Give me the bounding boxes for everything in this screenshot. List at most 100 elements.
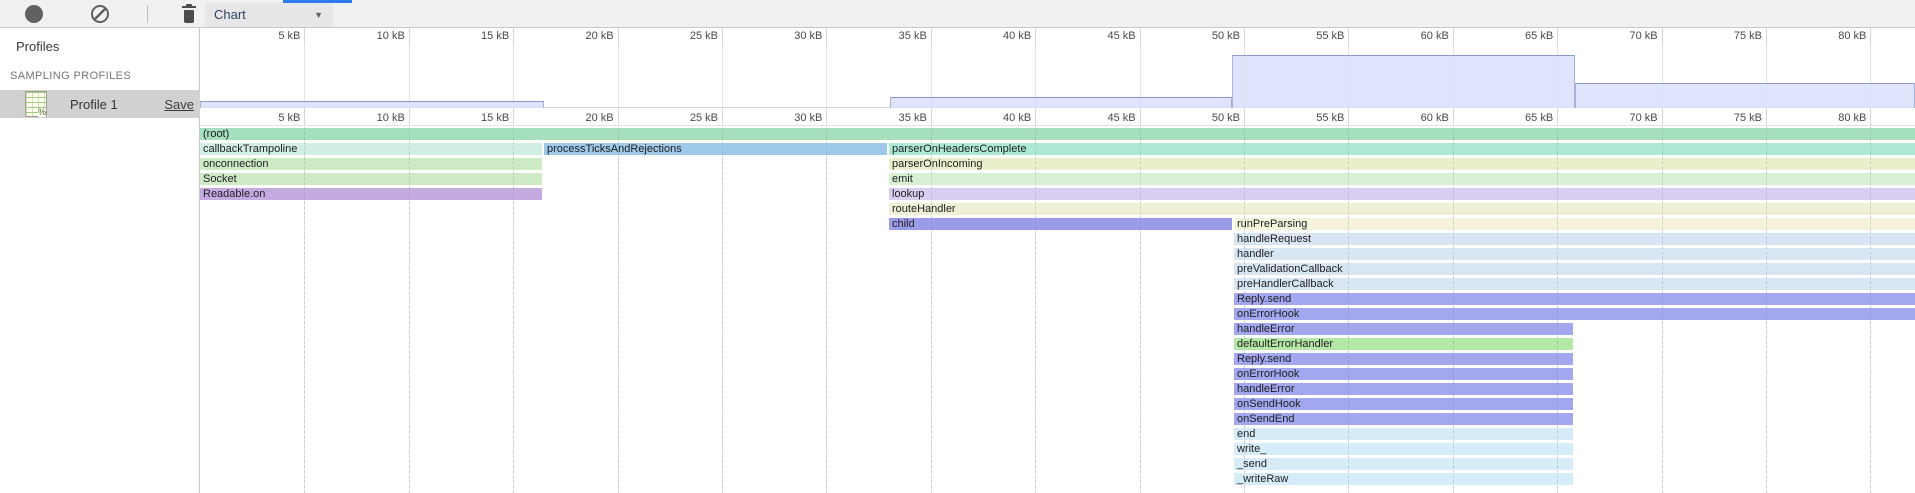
flame-frame[interactable]: handler (1234, 248, 1915, 260)
ruler-tick-mark (409, 28, 410, 44)
flame-frame[interactable]: Socket (200, 173, 542, 185)
ruler-tick-label: 80 kB (1800, 112, 1866, 124)
flame-frame[interactable]: (root) (200, 128, 1915, 140)
flame-frame[interactable]: lookup (889, 188, 1915, 200)
flame-frame[interactable]: defaultErrorHandler (1234, 338, 1573, 350)
ruler-tick-mark (1766, 28, 1767, 44)
delete-profile-button[interactable] (181, 4, 197, 24)
flame-frame[interactable]: handleRequest (1234, 233, 1915, 245)
profiles-sidebar: Profiles SAMPLING PROFILES % Profile 1 S… (0, 28, 200, 493)
flame-frame[interactable]: handleError (1234, 383, 1573, 395)
ruler-tick-mark (722, 28, 723, 44)
ruler-tick-mark (1557, 108, 1558, 125)
ruler-tick-mark (618, 28, 619, 44)
view-mode-selected-label: Chart (214, 7, 246, 22)
flame-gridline-dotted (513, 127, 514, 493)
record-button[interactable] (25, 5, 43, 23)
overview-allocation-step (200, 101, 544, 108)
flame-frame[interactable]: write_ (1234, 443, 1573, 455)
flame-frame[interactable]: child (889, 218, 1232, 230)
save-profile-link[interactable]: Save (164, 97, 194, 112)
ruler-tick-mark (409, 108, 410, 125)
flame-frame[interactable]: Reply.send (1234, 353, 1573, 365)
flame-chart-canvas[interactable]: (root) callbackTrampolineprocessTicksAndR… (200, 127, 1915, 493)
ruler-tick-label: 20 kB (548, 30, 614, 42)
memory-profiler-panel: Chart ▼ Profiles SAMPLING PROFILES % Pro… (0, 0, 1915, 493)
flame-frame[interactable]: onErrorHook (1234, 308, 1915, 320)
flame-frame[interactable]: Reply.send (1234, 293, 1915, 305)
flame-frame[interactable]: parserOnIncoming (889, 158, 1915, 170)
flame-frame[interactable]: onconnection (200, 158, 542, 170)
flame-gridline-dotted (1244, 127, 1245, 493)
ruler-tick-label: 5 kB (234, 112, 300, 124)
overview-allocation-step (890, 97, 1232, 108)
ruler-tick-label: 70 kB (1592, 112, 1658, 124)
ruler-tick-label: 65 kB (1487, 30, 1553, 42)
ruler-tick-label: 25 kB (652, 30, 718, 42)
ruler-tick-mark (1557, 28, 1558, 44)
flame-frame[interactable]: end (1234, 428, 1573, 440)
flame-gridline-dotted (1662, 127, 1663, 493)
flame-frame[interactable]: onErrorHook (1234, 368, 1573, 380)
flame-gridline-dotted (304, 127, 305, 493)
ruler-tick-label: 15 kB (443, 30, 509, 42)
flame-frame[interactable]: callbackTrampoline (200, 143, 542, 155)
overview-gridline (513, 44, 514, 108)
ruler-tick-label: 55 kB (1278, 30, 1344, 42)
ruler-tick-mark (1662, 108, 1663, 125)
flame-frame[interactable]: emit (889, 173, 1915, 185)
flame-frame[interactable]: _writeRaw (1234, 473, 1573, 485)
flame-frame[interactable]: Readable.on (200, 188, 542, 200)
flame-chart-pane: 5 kB10 kB15 kB20 kB25 kB30 kB35 kB40 kB4… (200, 28, 1915, 493)
overview-gridline (618, 44, 619, 108)
ruler-tick-label: 40 kB (965, 30, 1031, 42)
flame-frame[interactable]: routeHandler (889, 203, 1915, 215)
flame-gridline-dotted (1870, 127, 1871, 493)
ruler-tick-mark (1870, 28, 1871, 44)
flame-chart-ruler: 5 kB10 kB15 kB20 kB25 kB30 kB35 kB40 kB4… (200, 108, 1915, 126)
flame-frame[interactable]: _send (1234, 458, 1573, 470)
view-mode-select[interactable]: Chart ▼ (205, 3, 333, 27)
ruler-tick-mark (722, 108, 723, 125)
flame-frame[interactable]: processTicksAndRejections (544, 143, 887, 155)
flame-frame[interactable]: onSendHook (1234, 398, 1573, 410)
toolbar-separator (147, 5, 148, 23)
flame-gridline-dotted (409, 127, 410, 493)
ruler-tick-mark (931, 28, 932, 44)
flame-frame[interactable]: runPreParsing (1234, 218, 1915, 230)
ruler-tick-label: 65 kB (1487, 112, 1553, 124)
ruler-tick-label: 10 kB (339, 30, 405, 42)
flame-frame[interactable]: preHandlerCallback (1234, 278, 1915, 290)
ruler-tick-label: 5 kB (234, 30, 300, 42)
flame-frame[interactable]: handleError (1234, 323, 1573, 335)
ruler-tick-label: 40 kB (965, 112, 1031, 124)
flame-frame[interactable]: preValidationCallback (1234, 263, 1915, 275)
flame-gridline-dotted (722, 127, 723, 493)
chevron-down-icon: ▼ (314, 3, 323, 27)
overview-gridline (304, 44, 305, 108)
ruler-tick-mark (1140, 28, 1141, 44)
ruler-tick-label: 35 kB (861, 112, 927, 124)
overview-gridline (826, 44, 827, 108)
sidebar-item-profile-1[interactable]: % Profile 1 Save (0, 90, 200, 118)
flame-gridline-dotted (618, 127, 619, 493)
ruler-tick-mark (1244, 108, 1245, 125)
flame-gridline-dotted (826, 127, 827, 493)
ruler-tick-label: 50 kB (1174, 112, 1240, 124)
flame-gridline-dotted (1453, 127, 1454, 493)
ruler-tick-label: 60 kB (1383, 30, 1449, 42)
ruler-tick-mark (1453, 108, 1454, 125)
flame-frame[interactable]: parserOnHeadersComplete (889, 143, 1915, 155)
ruler-tick-mark (826, 28, 827, 44)
ruler-tick-label: 50 kB (1174, 30, 1240, 42)
allocation-overview-timeline[interactable] (200, 44, 1915, 108)
clear-all-icon[interactable] (91, 5, 109, 23)
ruler-tick-mark (618, 108, 619, 125)
ruler-tick-mark (1035, 28, 1036, 44)
flame-frame[interactable]: onSendEnd (1234, 413, 1573, 425)
ruler-tick-mark (826, 108, 827, 125)
ruler-tick-label: 45 kB (1070, 112, 1136, 124)
ruler-tick-label: 75 kB (1696, 112, 1762, 124)
ruler-tick-label: 70 kB (1592, 30, 1658, 42)
ruler-tick-mark (1035, 108, 1036, 125)
